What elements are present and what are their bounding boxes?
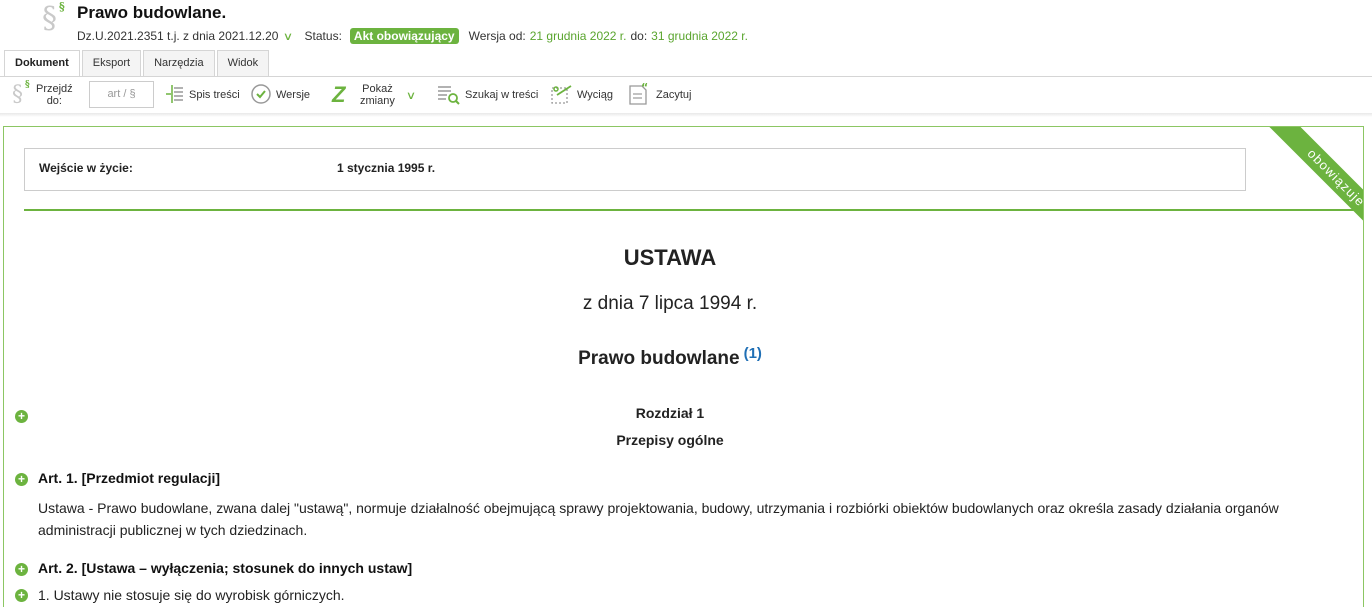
chevron-down-icon[interactable]: ∨ [406,89,416,102]
tab-dokument[interactable]: Dokument [4,50,80,77]
search-content-button[interactable]: Szukaj w treści [437,77,538,113]
goto-label-line1: Przejdź [36,83,73,95]
article-1-heading: Art. 1. [Przedmiot regulacji] [38,470,221,486]
article-2-paragraph-1: 1. Ustawy nie stosuje się do wyrobisk gó… [38,587,345,603]
goto-input[interactable]: art / § [89,81,154,108]
cite-label: Zacytuj [656,89,692,101]
versions-button[interactable]: Wersje [250,77,310,113]
article-1-text: Ustawa - Prawo budowlane, zwana dalej "u… [38,500,1279,538]
version-to-label: do: [630,29,648,43]
expand-plus-icon[interactable]: + [15,589,28,602]
toc-button[interactable]: Spis treści [163,77,240,113]
quote-icon: “ [628,81,652,109]
entry-into-force-value: 1 stycznia 1995 r. [337,161,436,175]
status-badge: Akt obowiązujący [349,28,459,44]
document-reference: Dz.U.2021.2351 t.j. z dnia 2021.12.20 [77,29,279,43]
toolbar-shadow [0,113,1372,117]
version-to-date[interactable]: 31 grudnia 2022 r. [651,29,748,43]
paragraph-icon: § § [12,80,30,107]
show-changes-button[interactable]: Z Pokaż zmiany ∨ [332,77,416,113]
changes-label-line1: Pokaż [362,83,393,95]
footnote-link[interactable]: (1) [744,345,762,362]
act-date: z dnia 7 lipca 1994 r. [582,293,758,314]
tab-eksport[interactable]: Eksport [81,50,142,76]
tab-bar: Dokument Eksport Narzędzia Widok [4,50,271,77]
excerpt-label: Wyciąg [577,89,613,101]
chapter-number: Rozdział 1 [635,405,705,421]
toc-label: Spis treści [189,89,240,101]
changes-label-line2: zmiany [360,95,395,107]
search-icon [437,83,461,108]
tab-widok[interactable]: Widok [216,50,270,76]
document-header: § § Prawo budowlane. Dz.U.2021.2351 t.j. … [0,0,1372,48]
article-2-heading: Art. 2. [Ustawa – wyłączenia; stosunek d… [38,560,413,576]
cite-button[interactable]: “ Zacytuj [628,77,691,113]
version-from-date[interactable]: 21 grudnia 2022 r. [530,29,627,43]
green-divider [24,209,1363,211]
document-meta: Dz.U.2021.2351 t.j. z dnia 2021.12.20 ∨ … [77,28,748,44]
goto-label-line2: do: [46,95,62,107]
chapter-name: Przepisy ogólne [616,432,724,448]
entry-into-force-label: Wejście w życie: [39,161,133,175]
act-name: Prawo budowlane (1) [4,345,1336,370]
version-from-label: Wersja od: [468,29,526,43]
tab-narzedzia[interactable]: Narzędzia [143,50,215,76]
document-title: Prawo budowlane. [77,3,227,22]
status-ribbon: obowiązuje [1257,127,1363,257]
clock-icon [250,83,272,108]
excerpt-button[interactable]: Wyciąg [549,77,613,113]
chevron-down-icon[interactable]: ∨ [283,30,293,43]
status-label: Status: [304,29,342,43]
changes-icon: Z [332,82,346,107]
toolbar: § § Przejdź do: art / § Spis treści Wers… [0,77,1372,113]
document-content: Wejście w życie: 1 stycznia 1995 r. obow… [3,126,1364,607]
svg-text:“: “ [641,82,648,94]
search-content-label: Szukaj w treści [465,89,539,101]
entry-into-force-box: Wejście w życie: 1 stycznia 1995 r. [24,148,1246,191]
act-type: USTAWA [623,245,717,270]
list-icon [163,83,185,108]
goto-label: § § Przejdź do: [12,77,73,113]
expand-plus-icon[interactable]: + [15,473,28,486]
versions-label: Wersje [276,89,311,101]
expand-plus-icon[interactable]: + [15,563,28,576]
act-name-text: Prawo budowlane [578,348,740,369]
paragraph-icon: § § [42,0,65,36]
scissors-icon [549,83,573,108]
